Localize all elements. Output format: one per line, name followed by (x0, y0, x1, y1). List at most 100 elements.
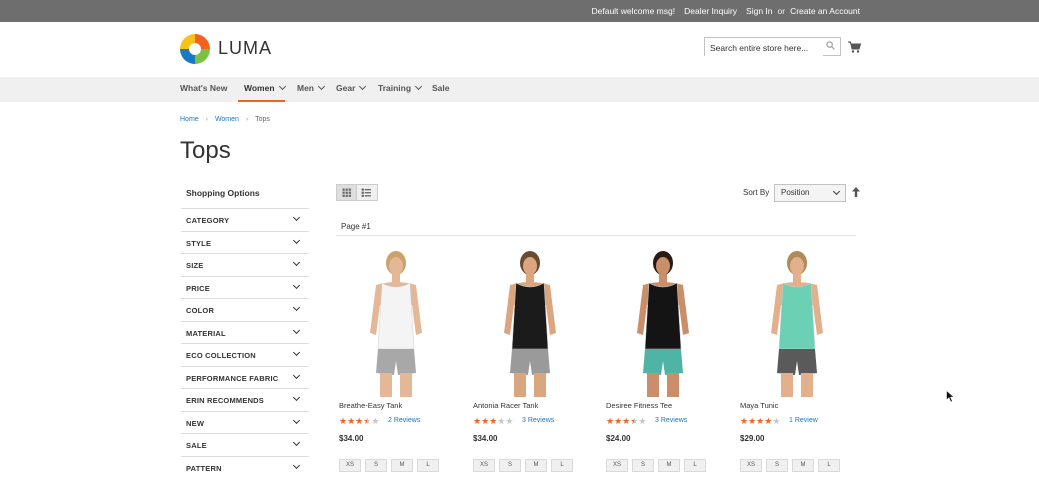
product-image[interactable] (336, 245, 456, 397)
size-swatch[interactable]: M (525, 459, 547, 472)
filter-erin-recommends[interactable]: ERIN RECOMMENDS (181, 388, 309, 411)
nav-men[interactable]: Men (297, 77, 326, 102)
filter-color[interactable]: COLOR (181, 298, 309, 321)
size-swatch[interactable]: XS (740, 459, 762, 472)
breadcrumb-home[interactable]: Home (180, 116, 199, 123)
product-card[interactable]: Maya Tunic ★★★★★ 1 Review $29.00 XS S M L (737, 245, 857, 480)
star-icon: ★ (614, 416, 623, 426)
chevron-down-icon (292, 461, 301, 469)
star-icon: ★ (371, 416, 380, 426)
nav-label: Men (297, 83, 314, 93)
size-swatch[interactable]: XS (339, 459, 361, 472)
filter-new[interactable]: NEW (181, 410, 309, 434)
filter-label: SIZE (186, 261, 204, 270)
nav-training[interactable]: Training (378, 77, 423, 102)
reviews-link[interactable]: 1 Review (789, 417, 818, 424)
nav-whats-new[interactable]: What's New (180, 77, 227, 102)
size-swatch[interactable]: S (365, 459, 387, 472)
filter-label: MATERIAL (186, 328, 226, 338)
size-swatch[interactable]: S (632, 459, 654, 472)
filter-category[interactable]: CATEGORY (181, 208, 309, 231)
filter-label: CATEGORY (186, 216, 230, 225)
size-swatch[interactable]: S (499, 459, 521, 472)
chevron-down-icon (292, 236, 301, 244)
dealer-inquiry-link[interactable]: Dealer Inquiry (684, 6, 737, 16)
search-input[interactable] (705, 39, 823, 57)
size-swatch[interactable]: M (391, 459, 413, 472)
product-card[interactable]: Antonia Racer Tank ★★★★★ 3 Reviews $34.00 XS… (470, 245, 590, 480)
cart-icon[interactable] (848, 41, 861, 53)
filter-label: ERIN RECOMMENDS (186, 396, 265, 405)
size-swatch[interactable]: XS (473, 459, 495, 472)
sort-by-select[interactable]: Position (774, 184, 846, 202)
product-name[interactable]: Desiree Fitness Tee (606, 401, 672, 410)
filter-size[interactable]: SIZE (181, 253, 309, 276)
filter-eco-collection[interactable]: ECO COLLECTION (181, 343, 309, 366)
logo-text[interactable]: LUMA (218, 38, 272, 59)
product-image[interactable] (737, 245, 857, 397)
breadcrumb-current: Tops (255, 116, 270, 123)
size-swatches: XS S M L (606, 459, 710, 472)
welcome-message: Default welcome msg! (591, 6, 676, 16)
filter-performance-fabric[interactable]: PERFORMANCE FABRIC (181, 365, 309, 389)
list-icon (361, 188, 371, 197)
filter-pattern[interactable]: PATTERN (181, 455, 309, 479)
luma-logo-icon[interactable] (180, 34, 210, 64)
reviews-link[interactable]: 3 Reviews (522, 417, 554, 424)
grid-icon (342, 188, 351, 197)
product-card[interactable]: Breathe-Easy Tank ★★★★★ 2 Reviews $34.00 XS S… (336, 245, 456, 480)
search-icon[interactable] (826, 41, 835, 50)
sort-direction-arrow-icon[interactable] (852, 187, 860, 197)
or-text: or (777, 6, 786, 16)
reviews-link[interactable]: 3 Reviews (655, 417, 687, 424)
breadcrumb-women[interactable]: Women (215, 116, 239, 123)
reviews-link[interactable]: 2 Reviews (388, 417, 420, 424)
create-account-link[interactable]: Create an Account (790, 6, 860, 16)
rating-stars: ★★★★★ (473, 416, 513, 427)
size-swatch[interactable]: M (658, 459, 680, 472)
rating-stars: ★★★★★ (606, 416, 646, 427)
chevron-down-icon (292, 303, 301, 312)
filter-material[interactable]: MATERIAL (181, 320, 309, 344)
product-image[interactable] (470, 245, 590, 397)
filter-label: ECO COLLECTION (186, 351, 256, 360)
list-view-button[interactable] (357, 184, 378, 201)
size-swatch[interactable]: L (818, 459, 840, 472)
nav-label: Sale (432, 83, 450, 93)
chevron-down-icon (832, 187, 841, 196)
nav-sale[interactable]: Sale (432, 77, 450, 102)
size-swatch[interactable]: L (551, 459, 573, 472)
nav-gear[interactable]: Gear (336, 77, 367, 102)
size-swatch[interactable]: S (766, 459, 788, 472)
star-icon: ★ (505, 416, 514, 426)
product-price: $34.00 (339, 434, 364, 443)
sign-in-link[interactable]: Sign In (746, 6, 772, 16)
size-swatch[interactable]: L (684, 459, 706, 472)
size-swatch[interactable]: M (792, 459, 814, 472)
divider (336, 235, 856, 236)
grid-view-button[interactable] (336, 184, 357, 201)
size-swatches: XS S M L (339, 459, 443, 472)
product-price: $34.00 (473, 434, 498, 443)
product-name[interactable]: Breathe-Easy Tank (339, 401, 402, 410)
chevron-down-icon (359, 82, 367, 91)
size-swatch[interactable]: L (417, 459, 439, 472)
product-image[interactable] (603, 245, 723, 397)
product-card[interactable]: Desiree Fitness Tee ★★★★★ 3 Reviews $24.00 X… (603, 245, 723, 480)
filter-label: SALE (186, 441, 207, 450)
chevron-down-icon (292, 258, 301, 267)
breadcrumb-separator: › (205, 116, 208, 123)
product-price: $29.00 (740, 434, 765, 443)
rating-stars: ★★★★★ (740, 416, 780, 427)
nav-women[interactable]: Women (238, 77, 286, 102)
product-name[interactable]: Maya Tunic (740, 401, 778, 410)
shopping-options-heading: Shopping Options (186, 188, 260, 198)
product-price: $24.00 (606, 434, 631, 443)
filter-style[interactable]: STYLE (181, 230, 309, 254)
filter-sale[interactable]: SALE (181, 433, 309, 456)
product-name[interactable]: Antonia Racer Tank (473, 401, 538, 410)
size-swatch[interactable]: XS (606, 459, 628, 472)
chevron-down-icon (317, 82, 326, 91)
search-box (704, 37, 841, 57)
filter-price[interactable]: PRICE (181, 275, 309, 299)
